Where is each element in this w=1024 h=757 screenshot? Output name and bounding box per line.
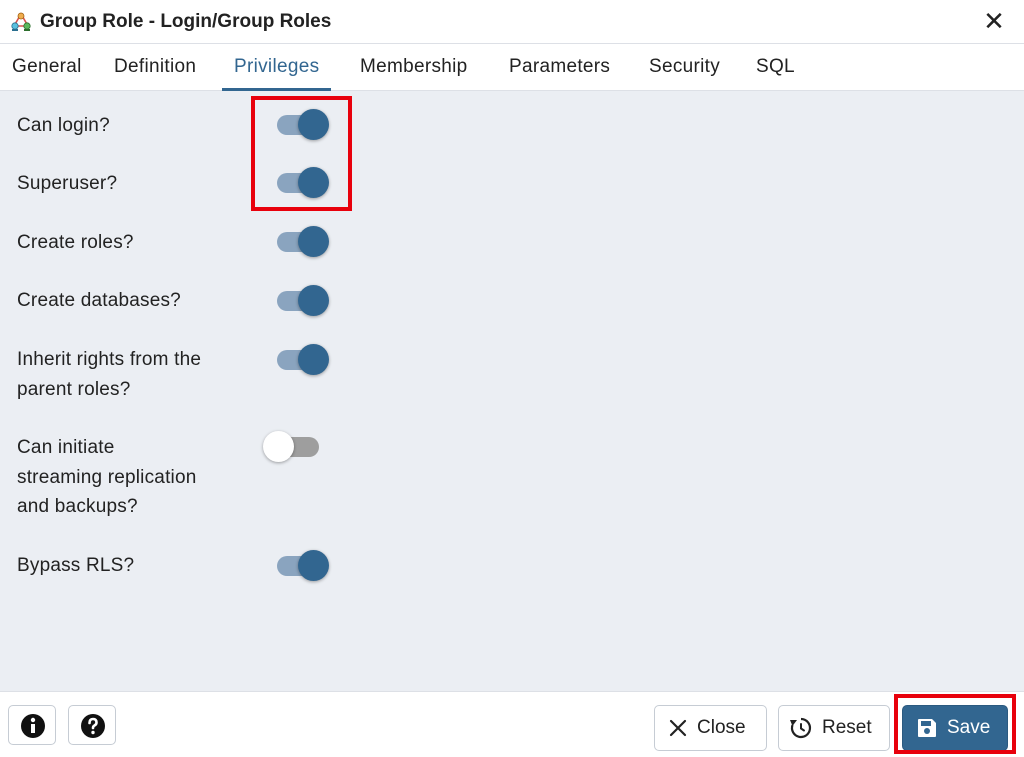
replication-toggle[interactable] xyxy=(263,427,319,463)
tab-parameters[interactable]: Parameters xyxy=(497,44,622,90)
help-button[interactable] xyxy=(68,705,116,745)
tab-security[interactable]: Security xyxy=(637,44,732,90)
replication-label-line1: Can initiate xyxy=(17,437,115,458)
close-button[interactable]: Close xyxy=(654,705,767,751)
reset-button-label: Reset xyxy=(822,717,872,738)
group-role-icon xyxy=(11,12,31,31)
toggle-knob xyxy=(298,285,329,316)
dialog-title-bar: Group Role - Login/Group Roles ✕ xyxy=(0,0,1024,44)
tab-privileges[interactable]: Privileges xyxy=(222,44,332,91)
replication-label-line2: streaming replication xyxy=(17,467,197,488)
save-button-label: Save xyxy=(947,717,991,738)
privileges-panel: Can login? Superuser? Create roles? Crea… xyxy=(0,91,1024,691)
tab-definition[interactable]: Definition xyxy=(102,44,208,90)
can-login-label: Can login? xyxy=(17,115,110,136)
inherit-rights-label-line2: parent roles? xyxy=(17,379,131,400)
info-button[interactable] xyxy=(8,705,56,745)
inherit-rights-toggle[interactable] xyxy=(275,340,329,376)
toggle-knob xyxy=(298,550,329,581)
save-icon xyxy=(918,719,936,737)
dialog-footer: Close Reset Save xyxy=(0,691,1024,757)
tab-general[interactable]: General xyxy=(0,44,94,90)
create-databases-toggle[interactable] xyxy=(275,281,329,317)
toggle-knob xyxy=(263,431,294,462)
info-icon xyxy=(21,714,45,738)
bypass-rls-label: Bypass RLS? xyxy=(17,555,135,576)
create-databases-label: Create databases? xyxy=(17,290,181,311)
toggle-knob xyxy=(298,167,329,198)
superuser-label: Superuser? xyxy=(17,173,118,194)
bypass-rls-toggle[interactable] xyxy=(275,546,329,582)
close-icon xyxy=(669,719,687,737)
tab-sql[interactable]: SQL xyxy=(744,44,807,90)
superuser-toggle[interactable] xyxy=(275,163,329,199)
create-roles-label: Create roles? xyxy=(17,232,134,253)
can-login-toggle[interactable] xyxy=(275,105,329,141)
help-icon xyxy=(81,714,105,738)
tab-bar: General Definition Privileges Membership… xyxy=(0,44,1024,91)
dialog-title: Group Role - Login/Group Roles xyxy=(40,11,332,32)
reset-icon xyxy=(790,717,812,739)
close-icon[interactable]: ✕ xyxy=(982,8,1006,34)
tab-membership[interactable]: Membership xyxy=(348,44,480,90)
save-button[interactable]: Save xyxy=(902,705,1008,751)
close-button-label: Close xyxy=(697,717,746,738)
inherit-rights-label-line1: Inherit rights from the xyxy=(17,349,202,370)
toggle-knob xyxy=(298,226,329,257)
create-roles-toggle[interactable] xyxy=(275,222,329,258)
toggle-knob xyxy=(298,344,329,375)
reset-button[interactable]: Reset xyxy=(778,705,890,751)
toggle-knob xyxy=(298,109,329,140)
replication-label-line3: and backups? xyxy=(17,496,138,517)
